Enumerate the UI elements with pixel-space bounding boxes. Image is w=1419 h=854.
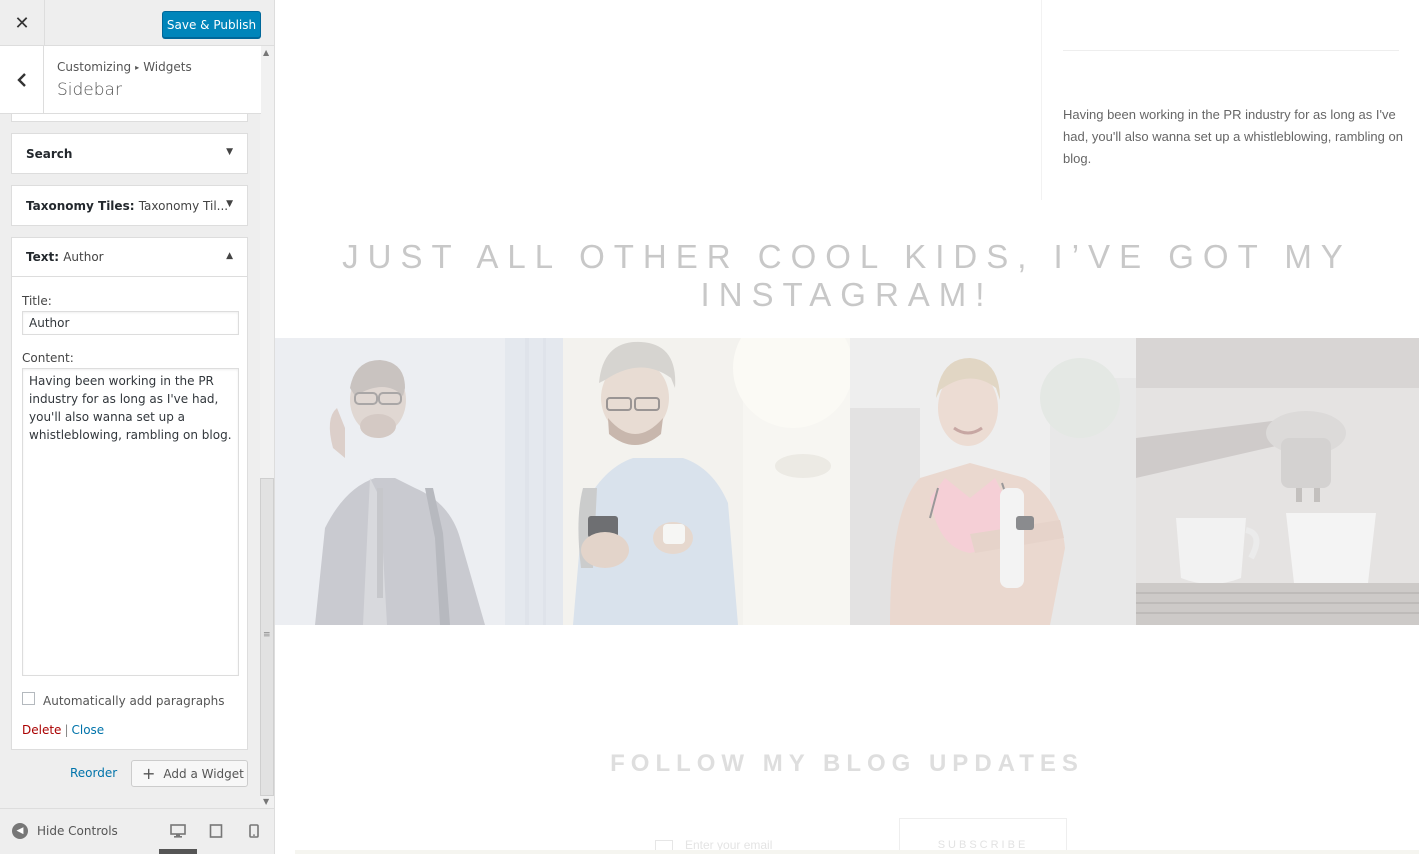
collapse-icon: ◀ [12,823,28,839]
add-widget-button[interactable]: + Add a Widget [131,760,248,787]
section-title: Sidebar [57,80,122,100]
close-link[interactable]: Close [71,723,104,737]
envelope-icon [655,839,673,851]
chevron-left-icon [16,68,27,93]
close-customizer-button[interactable]: ✕ [0,0,45,46]
mobile-icon[interactable] [249,823,265,838]
widget-title-bar[interactable]: Text: Author ▲ [12,238,247,277]
author-widget-text: Having been working in the PR industry f… [1063,107,1403,166]
widget-title: Search [26,146,73,161]
widget-content-textarea[interactable]: Having been working in the PR industry f… [22,368,239,676]
content-label: Content: [22,351,74,365]
collapse-arrow-icon[interactable]: ▲ [226,251,233,261]
widget-taxonomy-tiles[interactable]: Taxonomy Tiles: Taxonomy Til... ▼ [11,185,248,226]
add-widget-label: Add a Widget [163,766,244,781]
previous-widget-edge [11,114,248,122]
expand-arrow-icon[interactable]: ▼ [226,199,233,209]
widget-text-author: Text: Author ▲ Title: Content: Having be… [11,237,248,750]
save-publish-button[interactable]: Save & Publish [162,11,261,38]
breadcrumb-root: Customizing [57,60,132,74]
sidebar-divider [1041,0,1042,200]
desktop-icon[interactable] [170,823,186,838]
widget-form: Title: Content: Having been working in t… [12,277,247,749]
hide-controls-label: Hide Controls [37,824,118,838]
plus-icon: + [142,764,156,783]
customizer-footer: ◀ Hide Controls [0,808,274,854]
scroll-down-arrow[interactable]: ▼ [263,797,269,806]
widget-title-bar[interactable]: Search ▼ [12,134,247,173]
autop-label: Automatically add paragraphs [43,694,225,708]
breadcrumb: Customizing ▸ Widgets [57,60,192,74]
widget-subtitle: Author [63,250,104,264]
sidebar-rule [1063,50,1399,51]
subscribe-button[interactable]: SUBSCRIBE [899,818,1067,854]
action-separator: | [64,723,69,737]
widget-search[interactable]: Search ▼ [11,133,248,174]
active-device-indicator [159,849,197,854]
close-icon: ✕ [14,12,30,34]
back-button[interactable] [0,46,44,114]
instagram-photo-espresso[interactable] [1136,338,1419,625]
scroll-grip-icon: ≡ [263,630,271,640]
expand-arrow-icon[interactable]: ▼ [226,147,233,157]
instagram-photo-smartphone-man[interactable] [563,338,850,625]
panel-header: ✕ Save & Publish [0,0,274,46]
preview-footer-strip [295,850,1419,854]
widget-title-input[interactable] [22,311,239,335]
instagram-heading: JUST ALL OTHER COOL KIDS, I’VE GOT MY IN… [342,238,1352,313]
scroll-up-arrow[interactable]: ▲ [263,48,269,57]
instagram-photo-businessman[interactable] [275,338,563,625]
blog-updates-heading: FOLLOW MY BLOG UPDATES [610,750,1084,777]
delete-link[interactable]: Delete [22,723,61,737]
widget-subtitle: Taxonomy Til... [138,198,229,213]
autop-checkbox[interactable] [22,691,35,705]
site-preview[interactable]: Having been working in the PR industry f… [275,0,1419,854]
reorder-link[interactable]: Reorder [70,766,117,780]
autop-option[interactable]: Automatically add paragraphs [22,691,237,708]
breadcrumb-separator-icon: ▸ [135,63,140,72]
widget-control-actions: Delete | Close [22,723,237,749]
customizer-panel: ✕ Save & Publish ▲ ≡ ▼ Customizing ▸ Widge… [0,0,275,854]
instagram-photo-athlete[interactable] [850,338,1136,625]
hide-controls-button[interactable]: ◀ Hide Controls [12,823,118,839]
widget-title: Text [26,250,55,264]
section-header: Customizing ▸ Widgets Sidebar [0,46,261,114]
widget-title-bar[interactable]: Taxonomy Tiles: Taxonomy Til... ▼ [12,186,247,225]
widget-title: Taxonomy Tiles [26,198,130,213]
breadcrumb-current: Widgets [143,60,192,74]
tablet-icon[interactable] [209,823,225,838]
title-label: Title: [22,294,52,308]
